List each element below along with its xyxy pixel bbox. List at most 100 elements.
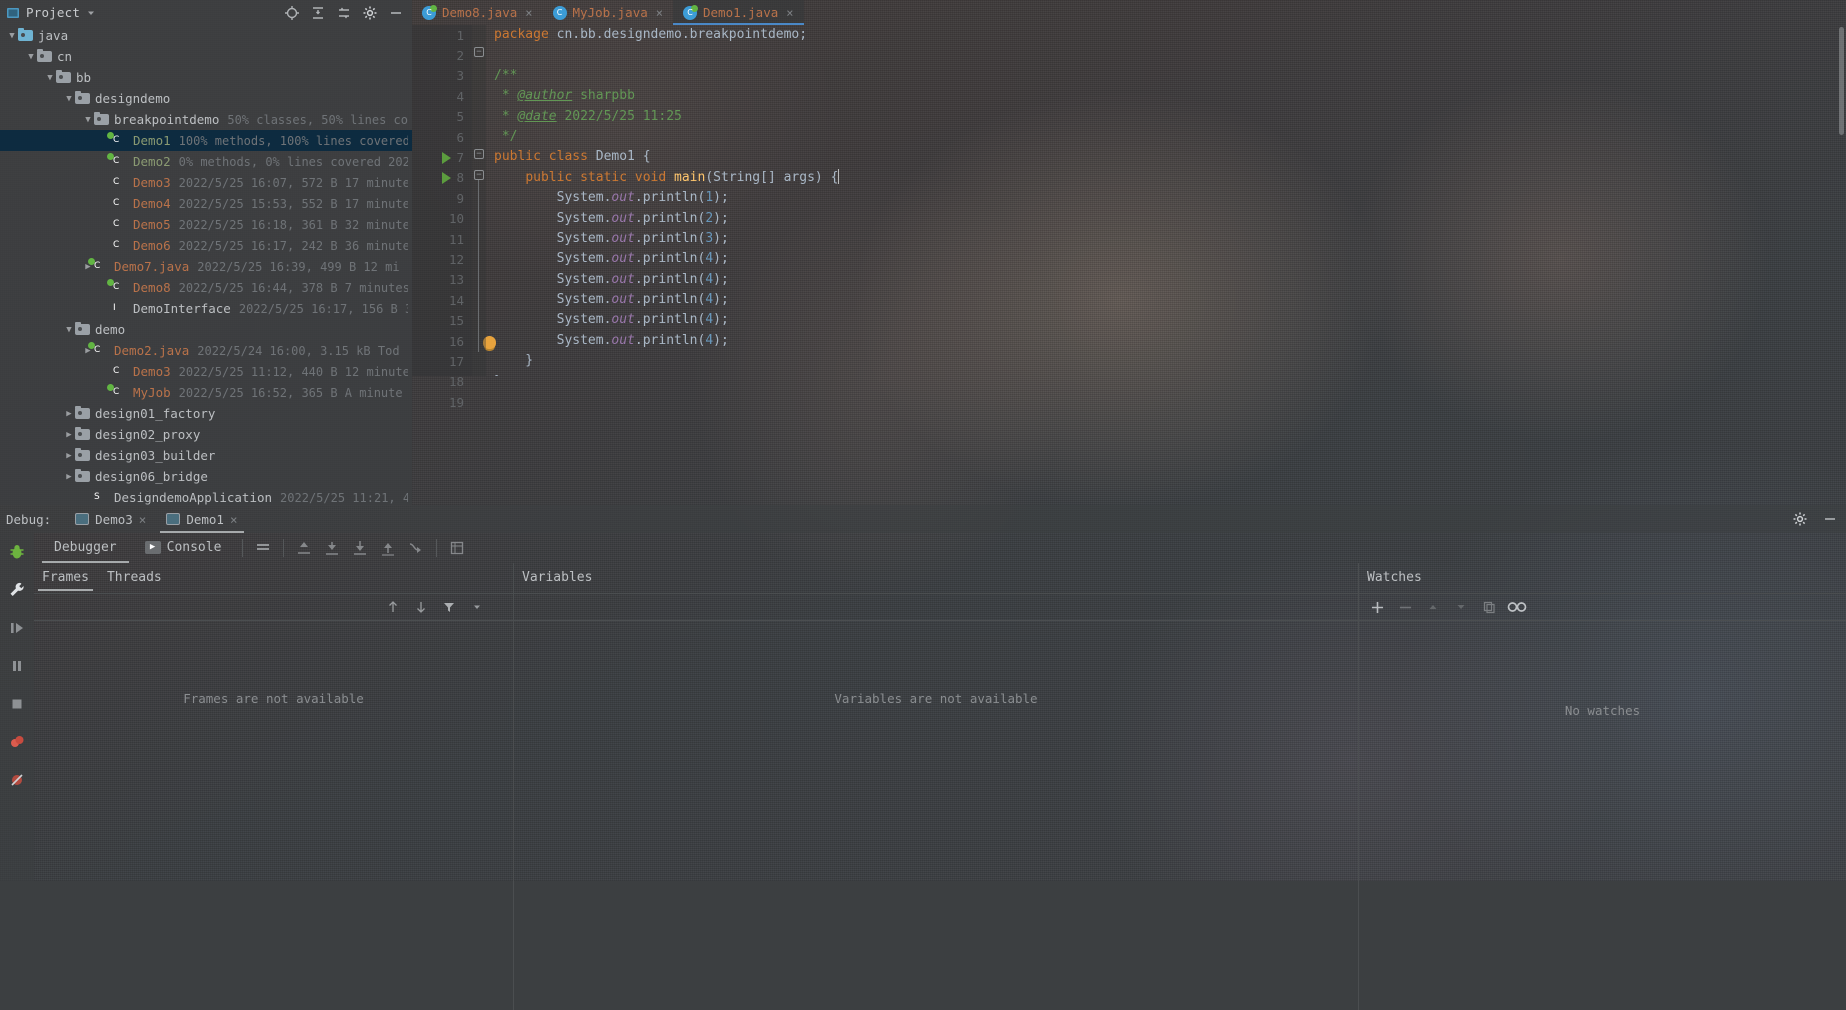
tree-node-bb[interactable]: ▼bb <box>0 67 412 88</box>
locate-icon[interactable] <box>282 3 302 23</box>
tree-node-demo6[interactable]: Demo62022/5/25 16:17, 242 B 36 minutes <box>0 235 412 256</box>
tree-node-java[interactable]: ▼java <box>0 25 412 46</box>
code-line[interactable]: System.out.println(3); <box>494 229 1846 249</box>
chevron-right-icon[interactable]: ▶ <box>63 451 75 461</box>
chevron-down-icon[interactable]: ▼ <box>6 31 18 41</box>
debug-action-rail[interactable] <box>0 533 34 1010</box>
chevron-down-icon[interactable] <box>86 8 96 18</box>
tree-node-demointerface[interactable]: DemoInterface2022/5/25 16:17, 156 B 36 <box>0 298 412 319</box>
tree-node-design01_factory[interactable]: ▶design01_factory <box>0 403 412 424</box>
project-tree[interactable]: ▼java▼cn▼bb▼designdemo▼breakpointdemo50%… <box>0 25 412 505</box>
settings-gear-icon[interactable] <box>360 3 380 23</box>
tree-node-designdemo[interactable]: ▼designdemo <box>0 88 412 109</box>
code-text[interactable]: package cn.bb.designdemo.breakpointdemo;… <box>486 25 1846 376</box>
chevron-down-icon[interactable]: ▼ <box>63 94 75 104</box>
debug-session-tab-demo1[interactable]: Demo1× <box>156 505 247 533</box>
tree-node-demo4[interactable]: Demo42022/5/25 15:53, 552 B 17 minutes <box>0 193 412 214</box>
chevron-down-icon[interactable]: ▼ <box>44 73 56 83</box>
close-icon[interactable]: × <box>230 512 238 527</box>
chevron-down-icon[interactable]: ▼ <box>82 115 94 125</box>
minimize-icon[interactable] <box>386 3 406 23</box>
chevron-right-icon[interactable]: ▶ <box>63 430 75 440</box>
debug-session-tab-demo3[interactable]: Demo3× <box>65 505 156 533</box>
step-out-icon[interactable] <box>291 536 317 560</box>
run-to-cursor-icon[interactable] <box>403 536 429 560</box>
chevron-down-icon[interactable] <box>465 596 489 618</box>
arrow-down-icon[interactable] <box>1449 596 1473 618</box>
tree-node-demo7-java[interactable]: ▶Demo7.java2022/5/25 16:39, 499 B 12 mi <box>0 256 412 277</box>
tree-node-breakpointdemo[interactable]: ▼breakpointdemo50% classes, 50% lines co… <box>0 109 412 130</box>
plus-icon[interactable] <box>1365 596 1389 618</box>
debugger-toolbar[interactable]: Debugger▶Console <box>34 533 1846 563</box>
code-line[interactable]: System.out.println(4); <box>494 310 1846 330</box>
tab-threads[interactable]: Threads <box>107 563 162 593</box>
run-gutter-icon-class[interactable] <box>442 152 456 166</box>
code-line[interactable]: } <box>494 372 1846 376</box>
tree-node-design03_builder[interactable]: ▶design03_builder <box>0 445 412 466</box>
editor-tab-bar[interactable]: Demo8.java×MyJob.java×Demo1.java× <box>412 0 1846 25</box>
close-icon[interactable]: × <box>525 6 532 20</box>
arrow-down-icon[interactable] <box>409 596 433 618</box>
code-line[interactable]: System.out.println(2); <box>494 209 1846 229</box>
minus-icon[interactable] <box>1393 596 1417 618</box>
minimize-icon[interactable] <box>1820 509 1840 529</box>
pause-icon[interactable] <box>6 655 28 677</box>
code-line[interactable]: */ <box>494 127 1846 147</box>
editor-gutter[interactable]: 12345678910111213141516171819 <box>412 25 472 376</box>
code-line[interactable]: public class Demo1 { <box>494 147 1846 167</box>
code-line[interactable]: public static void main(String[] args) { <box>494 168 1846 188</box>
code-line[interactable]: /** <box>494 66 1846 86</box>
step-into-icon[interactable] <box>347 536 373 560</box>
layout-icon[interactable] <box>250 536 276 560</box>
run-gutter-icon-main[interactable] <box>442 172 456 186</box>
tree-node-demo5[interactable]: Demo52022/5/25 16:18, 361 B 32 minutes <box>0 214 412 235</box>
fold-marker-method[interactable]: − <box>474 170 484 180</box>
close-icon[interactable]: × <box>656 6 663 20</box>
arrow-up-icon[interactable] <box>381 596 405 618</box>
chevron-down-icon[interactable]: ▼ <box>63 325 75 335</box>
code-line[interactable]: System.out.println(4); <box>494 249 1846 269</box>
code-line[interactable]: * @date 2022/5/25 11:25 <box>494 107 1846 127</box>
stop-icon[interactable] <box>6 693 28 715</box>
tree-node-demo3[interactable]: Demo32022/5/25 11:12, 440 B 12 minutes <box>0 361 412 382</box>
close-icon[interactable]: × <box>786 6 793 20</box>
fold-marker-javadoc-open[interactable]: − <box>474 47 484 57</box>
code-line[interactable]: } <box>494 351 1846 371</box>
filter-icon[interactable] <box>437 596 461 618</box>
code-folding-strip[interactable]: − − − <box>472 25 486 376</box>
step-over-icon[interactable] <box>319 536 345 560</box>
code-line[interactable]: System.out.println(4); <box>494 290 1846 310</box>
code-line[interactable]: System.out.println(4); <box>494 331 1846 351</box>
editor-scrollbar-thumb[interactable] <box>1839 27 1844 135</box>
tree-node-design06_bridge[interactable]: ▶design06_bridge <box>0 466 412 487</box>
tree-node-cn[interactable]: ▼cn <box>0 46 412 67</box>
tree-node-design02_proxy[interactable]: ▶design02_proxy <box>0 424 412 445</box>
code-line[interactable]: * @author sharpbb <box>494 86 1846 106</box>
tab-frames[interactable]: Frames <box>42 563 89 593</box>
code-line[interactable] <box>494 45 1846 65</box>
tree-node-demo[interactable]: ▼demo <box>0 319 412 340</box>
arrow-up-icon[interactable] <box>1421 596 1445 618</box>
editor-tab-demo8-java[interactable]: Demo8.java× <box>412 0 543 25</box>
force-step-into-icon[interactable] <box>375 536 401 560</box>
wrench-icon[interactable] <box>6 579 28 601</box>
tree-node-demo2[interactable]: Demo20% methods, 0% lines covered 2022 <box>0 151 412 172</box>
tab-debugger[interactable]: Debugger <box>40 533 131 563</box>
tab-console[interactable]: ▶Console <box>131 533 236 563</box>
glasses-icon[interactable] <box>1505 596 1529 618</box>
chevron-down-icon[interactable]: ▼ <box>25 52 37 62</box>
frames-tab-bar[interactable]: Frames Threads <box>34 563 513 593</box>
mute-breakpoints-icon[interactable] <box>6 769 28 791</box>
code-editor[interactable]: 12345678910111213141516171819 − − − pack… <box>412 25 1846 376</box>
evaluate-icon[interactable] <box>444 536 470 560</box>
editor-tab-myjob-java[interactable]: MyJob.java× <box>543 0 674 25</box>
code-line[interactable]: System.out.println(4); <box>494 270 1846 290</box>
copy-icon[interactable] <box>1477 596 1501 618</box>
tree-node-demo3[interactable]: Demo32022/5/25 16:07, 572 B 17 minutes <box>0 172 412 193</box>
tree-node-demo2-java[interactable]: ▶Demo2.java2022/5/24 16:00, 3.15 kB Tod <box>0 340 412 361</box>
tree-node-demo1[interactable]: Demo1100% methods, 100% lines covered <box>0 130 412 151</box>
expand-settings-icon[interactable] <box>334 3 354 23</box>
editor-tab-demo1-java[interactable]: Demo1.java× <box>673 0 804 25</box>
watches-toolbar[interactable] <box>1359 593 1846 621</box>
code-line[interactable]: package cn.bb.designdemo.breakpointdemo; <box>494 25 1846 45</box>
